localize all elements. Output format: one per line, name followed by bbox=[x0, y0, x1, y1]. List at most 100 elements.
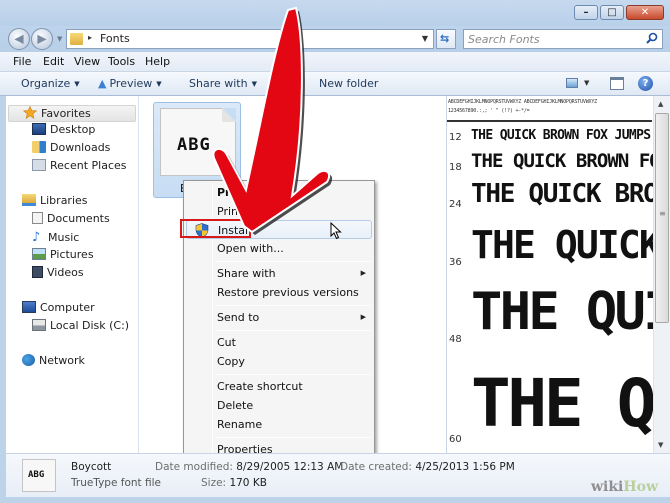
nav-label: Favorites bbox=[41, 107, 91, 120]
menu-separator bbox=[215, 330, 370, 331]
menu-edit[interactable]: Edit bbox=[43, 55, 64, 68]
window-frame-bottom bbox=[0, 497, 670, 503]
minimize-button[interactable]: – bbox=[574, 5, 598, 20]
size-label: Size: bbox=[201, 477, 227, 489]
organize-button[interactable]: Organize ▼ bbox=[21, 77, 80, 90]
scroll-grip-icon: ≡ bbox=[659, 209, 666, 218]
menu-item-cut[interactable]: Cut bbox=[186, 333, 372, 352]
share-with-button[interactable]: Share with ▼ bbox=[189, 77, 257, 90]
preview-alphabet: ABCDEFGHIJKLMNOPQRSTUVWXYZ ABCDEFGHIJKLM… bbox=[448, 99, 597, 105]
size-value: 170 KB bbox=[229, 477, 267, 489]
organize-label: Organize bbox=[21, 77, 71, 90]
menu-file[interactable]: File bbox=[13, 55, 31, 68]
network-icon bbox=[22, 354, 35, 366]
libraries-icon bbox=[22, 194, 36, 206]
preview-icon: ▲ bbox=[98, 77, 107, 90]
nav-local-disk[interactable]: Local Disk (C:) bbox=[32, 319, 129, 336]
submenu-arrow-icon: ▶ bbox=[360, 269, 366, 277]
preview-pane-toggle-icon[interactable] bbox=[610, 77, 624, 90]
scroll-down-icon[interactable]: ▼ bbox=[658, 441, 663, 449]
menu-item-delete[interactable]: Delete bbox=[186, 396, 372, 415]
nav-libraries[interactable]: Libraries bbox=[22, 194, 88, 211]
menu-separator bbox=[215, 374, 370, 375]
maximize-icon: □ bbox=[607, 6, 617, 18]
breadcrumb-fonts[interactable]: Fonts bbox=[100, 32, 130, 45]
change-view-icon[interactable] bbox=[566, 78, 578, 88]
back-button[interactable]: ◀ bbox=[8, 28, 30, 50]
chevron-down-icon: ▼ bbox=[156, 80, 162, 88]
new-folder-button[interactable]: New folder bbox=[319, 77, 378, 90]
nav-videos[interactable]: Videos bbox=[32, 266, 84, 283]
menu-separator bbox=[215, 437, 370, 438]
downloads-icon bbox=[32, 141, 46, 153]
nav-downloads[interactable]: Downloads bbox=[32, 141, 110, 158]
menu-item-print[interactable]: Print bbox=[186, 202, 372, 221]
views-dropdown-icon[interactable]: ▼ bbox=[584, 79, 589, 87]
search-box[interactable] bbox=[463, 29, 663, 49]
menu-item-copy[interactable]: Copy bbox=[186, 352, 372, 371]
nav-music[interactable]: ♪ Music bbox=[32, 230, 79, 247]
nav-label: Recent Places bbox=[50, 159, 127, 172]
address-bar[interactable]: ▸ Fonts ▼ bbox=[66, 29, 434, 49]
preview-button[interactable]: ▲ Preview ▼ bbox=[98, 77, 162, 90]
nav-pictures[interactable]: Pictures bbox=[32, 248, 94, 265]
watermark-how: How bbox=[623, 479, 658, 495]
preview-size-label: 12 bbox=[449, 132, 462, 143]
forward-button[interactable]: ▶ bbox=[31, 28, 53, 50]
window-controls: – □ ✕ bbox=[572, 5, 664, 20]
recent-places-icon bbox=[32, 159, 46, 171]
menu-item-share-with[interactable]: Share with ▶ bbox=[186, 264, 372, 283]
menu-item-install[interactable]: Install bbox=[186, 220, 372, 239]
breadcrumb-separator-icon[interactable]: ▸ bbox=[88, 33, 92, 42]
menu-item-open-with[interactable]: Open with... bbox=[186, 239, 372, 258]
nav-label: Videos bbox=[47, 266, 84, 279]
details-date-modified: Date modified: 8/29/2005 12:13 AM bbox=[155, 461, 343, 473]
scroll-up-icon[interactable]: ▲ bbox=[658, 100, 663, 108]
menu-item-label: Share with bbox=[217, 267, 276, 280]
recent-pages-dropdown[interactable]: ▼ bbox=[57, 35, 62, 43]
menu-item-rename[interactable]: Rename bbox=[186, 415, 372, 434]
menu-item-restore-previous-versions[interactable]: Restore previous versions bbox=[186, 283, 372, 302]
details-size: Size: 170 KB bbox=[201, 477, 267, 489]
menu-item-label: Delete bbox=[217, 399, 254, 412]
preview-scrollbar[interactable]: ▲ ≡ ▼ bbox=[653, 96, 670, 453]
close-button[interactable]: ✕ bbox=[626, 5, 664, 20]
help-icon[interactable]: ? bbox=[638, 76, 653, 91]
refresh-button[interactable]: ⇆ bbox=[436, 29, 456, 49]
minimize-icon: – bbox=[583, 6, 589, 18]
nav-label: Libraries bbox=[40, 194, 88, 207]
details-pane: ABG Boycott TrueType font file Date modi… bbox=[6, 453, 670, 497]
menu-view[interactable]: View bbox=[74, 55, 100, 68]
menu-help[interactable]: Help bbox=[145, 55, 170, 68]
menu-item-label: Install bbox=[218, 224, 252, 237]
videos-icon bbox=[32, 266, 43, 278]
maximize-button[interactable]: □ bbox=[600, 5, 624, 20]
details-file-type: TrueType font file bbox=[71, 477, 161, 489]
nav-documents[interactable]: Documents bbox=[32, 212, 110, 229]
menu-item-send-to[interactable]: Send to ▶ bbox=[186, 308, 372, 327]
nav-network[interactable]: Network bbox=[22, 354, 85, 371]
search-input[interactable] bbox=[468, 32, 638, 46]
watermark-wiki: wiki bbox=[590, 479, 624, 495]
preview-sample-text: THE QU bbox=[471, 371, 653, 437]
nav-label: Computer bbox=[40, 301, 95, 314]
nav-recent-places[interactable]: Recent Places bbox=[32, 159, 127, 176]
nav-label: Desktop bbox=[50, 123, 96, 136]
menu-item-label: Rename bbox=[217, 418, 263, 431]
details-thumbnail: ABG bbox=[22, 459, 56, 492]
preview-sample-text: THE QUICK BROWN FOX bbox=[471, 152, 653, 171]
nav-desktop[interactable]: Desktop bbox=[32, 123, 95, 140]
search-icon[interactable] bbox=[646, 32, 658, 44]
menu-item-create-shortcut[interactable]: Create shortcut bbox=[186, 377, 372, 396]
date-modified-value: 8/29/2005 12:13 AM bbox=[236, 461, 344, 473]
nav-favorites[interactable]: Favorites bbox=[8, 105, 136, 122]
navigation-bar: ◀ ▶ ▼ ▸ Fonts ▼ ⇆ bbox=[0, 26, 670, 52]
address-history-dropdown[interactable]: ▼ bbox=[422, 34, 428, 43]
scrollbar-thumb[interactable]: ≡ bbox=[655, 113, 669, 323]
menu-tools[interactable]: Tools bbox=[108, 55, 135, 68]
menu-item-preview[interactable]: Preview bbox=[186, 183, 372, 202]
refresh-icon: ⇆ bbox=[440, 32, 450, 45]
print-button[interactable]: Print bbox=[273, 77, 298, 90]
nav-computer[interactable]: Computer bbox=[22, 301, 95, 318]
chevron-down-icon: ▼ bbox=[74, 80, 80, 88]
